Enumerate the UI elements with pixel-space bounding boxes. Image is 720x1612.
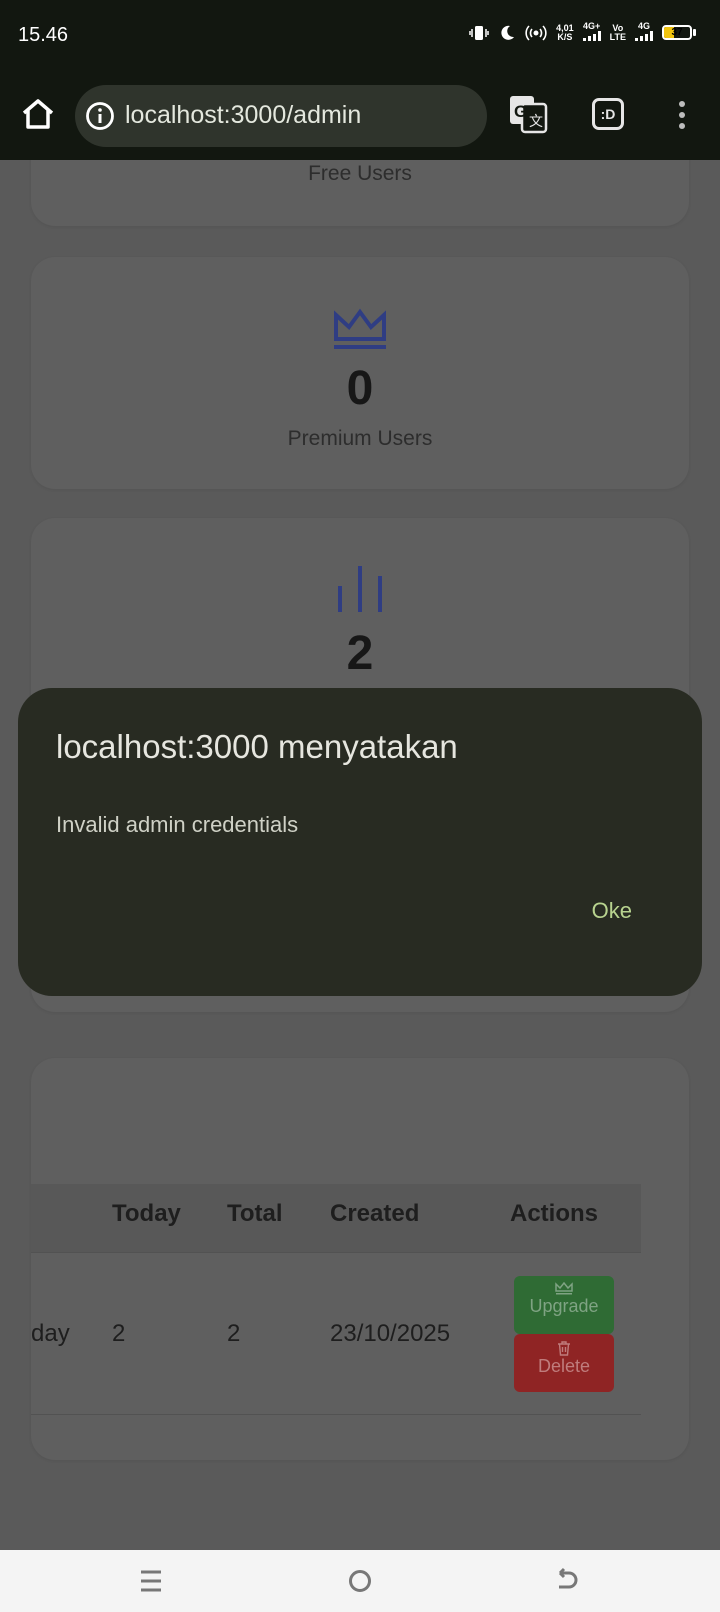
table-cell-today: 2 (112, 1320, 126, 1347)
col-header-total: Total (227, 1200, 283, 1227)
table-cell-partial: day (31, 1320, 70, 1347)
system-nav-bar (0, 1550, 720, 1612)
alert-dialog: localhost:3000 menyatakan Invalid admin … (18, 688, 702, 996)
address-bar[interactable]: localhost:3000/admin (75, 85, 487, 147)
premium-users-card: 0 Premium Users (31, 257, 689, 489)
vibrate-icon (469, 25, 489, 40)
battery-level: 37 (671, 27, 683, 38)
signal-1-label: 4G+ (583, 21, 601, 31)
moon-icon (501, 25, 515, 40)
extension-button[interactable]: :D (592, 98, 624, 130)
dialog-title: localhost:3000 menyatakan (56, 728, 458, 765)
stats-count: 2 (346, 627, 374, 680)
signal-2-label: 4G (637, 21, 650, 31)
battery-tip (693, 29, 696, 36)
signal-bars-icon (635, 31, 653, 41)
delete-label: Delete (537, 1356, 591, 1376)
crown-icon (31, 307, 689, 353)
table-divider (31, 1252, 641, 1253)
premium-users-label: Premium Users (287, 427, 433, 450)
signal-1: 4G+ (582, 21, 601, 43)
users-table-card (31, 1058, 689, 1460)
more-menu-icon[interactable] (672, 100, 692, 130)
back-icon[interactable] (551, 1566, 581, 1596)
col-header-today: Today (112, 1200, 181, 1227)
recent-apps-icon[interactable] (136, 1566, 166, 1596)
battery-indicator: 37 (662, 25, 696, 40)
table-cell-total: 2 (227, 1320, 241, 1347)
table-cell-created: 23/10/2025 (330, 1320, 451, 1347)
col-header-created: Created (330, 1200, 420, 1227)
svg-text:G: G (514, 102, 527, 121)
net-speed-unit: K/S (557, 31, 573, 42)
trash-icon (558, 1341, 570, 1356)
bar-chart-icon (31, 564, 689, 614)
home-nav-icon[interactable] (345, 1566, 375, 1596)
status-bar: 15.46 4,01 K/S 4G+ Vo LTE 4G 37 (0, 0, 720, 74)
free-users-card: Free Users (31, 160, 689, 226)
premium-users-count: 0 (346, 362, 374, 415)
ok-button[interactable]: Oke (592, 898, 632, 924)
info-icon[interactable] (85, 101, 115, 131)
svg-text:文: 文 (529, 113, 543, 129)
status-icons: 4,01 K/S 4G+ Vo LTE 4G 37 (469, 22, 696, 43)
delete-button[interactable]: Delete (514, 1334, 614, 1392)
url-text[interactable]: localhost:3000/admin (125, 101, 361, 130)
home-icon[interactable] (20, 96, 56, 132)
translate-icon[interactable]: G 文 (508, 94, 548, 134)
network-speed: 4,01 K/S (556, 23, 574, 42)
signal-bars-icon (582, 31, 601, 41)
battery-icon: 37 (662, 25, 692, 40)
upgrade-label: Upgrade (529, 1296, 599, 1316)
volte-bottom: LTE (609, 31, 626, 42)
free-users-label: Free Users (308, 162, 412, 185)
crown-icon (555, 1282, 573, 1295)
col-header-actions: Actions (510, 1200, 599, 1227)
signal-2: 4G (635, 22, 653, 43)
volte-indicator: Vo LTE (609, 23, 626, 42)
upgrade-button[interactable]: Upgrade (514, 1276, 614, 1334)
browser-toolbar: localhost:3000/admin G 文 :D (0, 74, 720, 160)
status-time: 15.46 (18, 24, 69, 46)
hotspot-icon (525, 24, 547, 41)
dialog-message: Invalid admin credentials (56, 812, 299, 837)
table-divider (31, 1414, 641, 1415)
